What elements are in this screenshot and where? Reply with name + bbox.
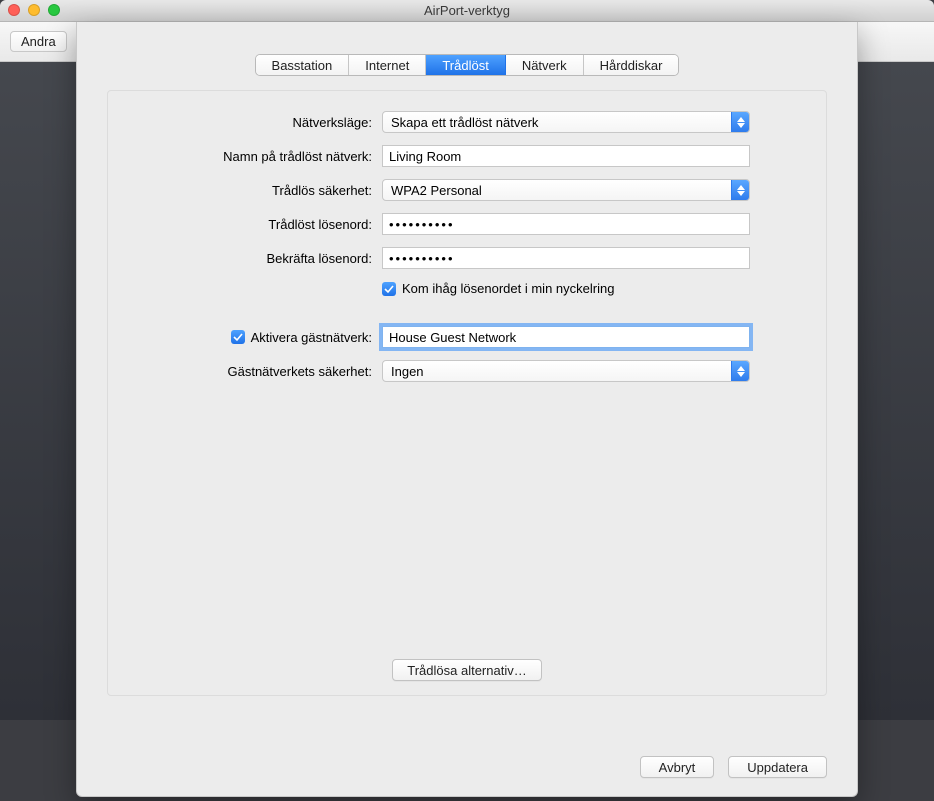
guest-security-label: Gästnätverkets säkerhet: — [136, 364, 382, 379]
network-mode-label: Nätverksläge: — [136, 115, 382, 130]
network-name-label: Namn på trådlöst nätverk: — [136, 149, 382, 164]
other-toolbar-button[interactable]: Andra — [10, 31, 67, 52]
confirm-password-input[interactable] — [382, 247, 750, 269]
settings-sheet: Basstation Internet Trådlöst Nätverk Hår… — [76, 22, 858, 797]
tab-internet[interactable]: Internet — [349, 55, 426, 75]
security-label: Trådlös säkerhet: — [136, 183, 382, 198]
tab-tradlost[interactable]: Trådlöst — [426, 55, 505, 75]
segmented-control: Basstation Internet Trådlöst Nätverk Hår… — [255, 54, 680, 76]
select-arrows-icon — [731, 112, 749, 132]
remember-keychain-label: Kom ihåg lösenordet i min nyckelring — [402, 281, 614, 296]
tab-bar: Basstation Internet Trådlöst Nätverk Hår… — [77, 22, 857, 76]
cancel-button[interactable]: Avbryt — [640, 756, 715, 778]
guest-network-name-input[interactable] — [382, 326, 750, 348]
select-arrows-icon — [731, 180, 749, 200]
close-window-button[interactable] — [8, 4, 20, 16]
guest-security-value: Ingen — [391, 364, 424, 379]
network-mode-select[interactable]: Skapa ett trådlöst nätverk — [382, 111, 750, 133]
enable-guest-checkbox[interactable] — [231, 330, 245, 344]
tab-basstation[interactable]: Basstation — [256, 55, 350, 75]
footer-buttons: Avbryt Uppdatera — [640, 756, 827, 778]
wireless-panel: Nätverksläge: Skapa ett trådlöst nätverk… — [107, 90, 827, 696]
network-mode-value: Skapa ett trådlöst nätverk — [391, 115, 538, 130]
titlebar: AirPort-verktyg — [0, 0, 934, 22]
tab-natverk[interactable]: Nätverk — [506, 55, 584, 75]
minimize-window-button[interactable] — [28, 4, 40, 16]
window-title: AirPort-verktyg — [424, 3, 510, 18]
remember-keychain-checkbox[interactable] — [382, 282, 396, 296]
password-input[interactable] — [382, 213, 750, 235]
wireless-options-button[interactable]: Trådlösa alternativ… — [392, 659, 541, 681]
guest-security-select[interactable]: Ingen — [382, 360, 750, 382]
security-value: WPA2 Personal — [391, 183, 482, 198]
confirm-password-label: Bekräfta lösenord: — [136, 251, 382, 266]
window-controls — [8, 4, 60, 16]
security-select[interactable]: WPA2 Personal — [382, 179, 750, 201]
tab-harddiskar[interactable]: Hårddiskar — [584, 55, 679, 75]
select-arrows-icon — [731, 361, 749, 381]
zoom-window-button[interactable] — [48, 4, 60, 16]
password-label: Trådlöst lösenord: — [136, 217, 382, 232]
enable-guest-label: Aktivera gästnätverk: — [251, 330, 372, 345]
network-name-input[interactable] — [382, 145, 750, 167]
update-button[interactable]: Uppdatera — [728, 756, 827, 778]
